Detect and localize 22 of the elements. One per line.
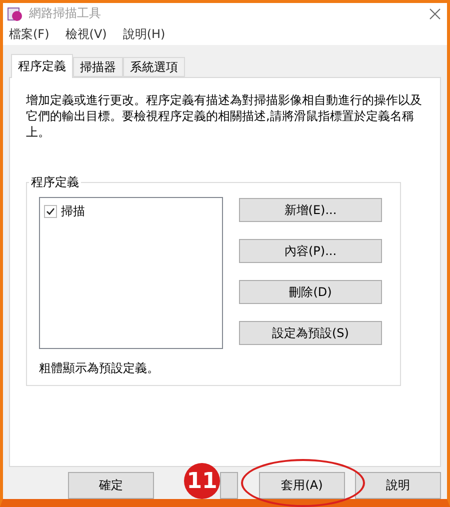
action-button[interactable]: 設定為預設(S) bbox=[239, 321, 382, 345]
tab[interactable]: 掃描器 bbox=[73, 57, 123, 77]
menu-item[interactable]: 檢視(V) bbox=[65, 26, 107, 43]
dialog-button[interactable]: 說明 bbox=[355, 472, 441, 499]
dialog-button[interactable]: 確定 bbox=[68, 472, 154, 499]
dialog-button[interactable]: 套用(A) bbox=[259, 472, 345, 499]
window-title: 網路掃描工具 bbox=[29, 5, 102, 22]
description-text: 增加定義或進行更改。程序定義有描述為對掃描影像相自動進行的操作以及它們的輸出目標。要檢視程序定義的相關描述,請將滑鼠指標置於定義名稱上。 bbox=[26, 92, 423, 140]
tab[interactable]: 系統選項 bbox=[123, 57, 185, 77]
list-item[interactable]: 掃描 bbox=[61, 203, 85, 220]
checkbox[interactable] bbox=[44, 205, 57, 218]
action-button[interactable]: 刪除(D) bbox=[239, 280, 382, 304]
menu-item[interactable]: 說明(H) bbox=[122, 26, 166, 43]
app-icon bbox=[7, 6, 23, 22]
action-button[interactable]: 新增(E)... bbox=[239, 198, 382, 222]
close-icon[interactable] bbox=[429, 8, 441, 20]
action-button[interactable]: 內容(P)... bbox=[239, 239, 382, 263]
step-badge: 11 bbox=[184, 463, 220, 499]
tab[interactable]: 程序定義 bbox=[11, 54, 73, 78]
note-text: 粗體顯示為預設定義。 bbox=[39, 360, 160, 377]
menu-item[interactable]: 檔案(F) bbox=[9, 26, 50, 43]
group-title: 程序定義 bbox=[30, 174, 80, 191]
